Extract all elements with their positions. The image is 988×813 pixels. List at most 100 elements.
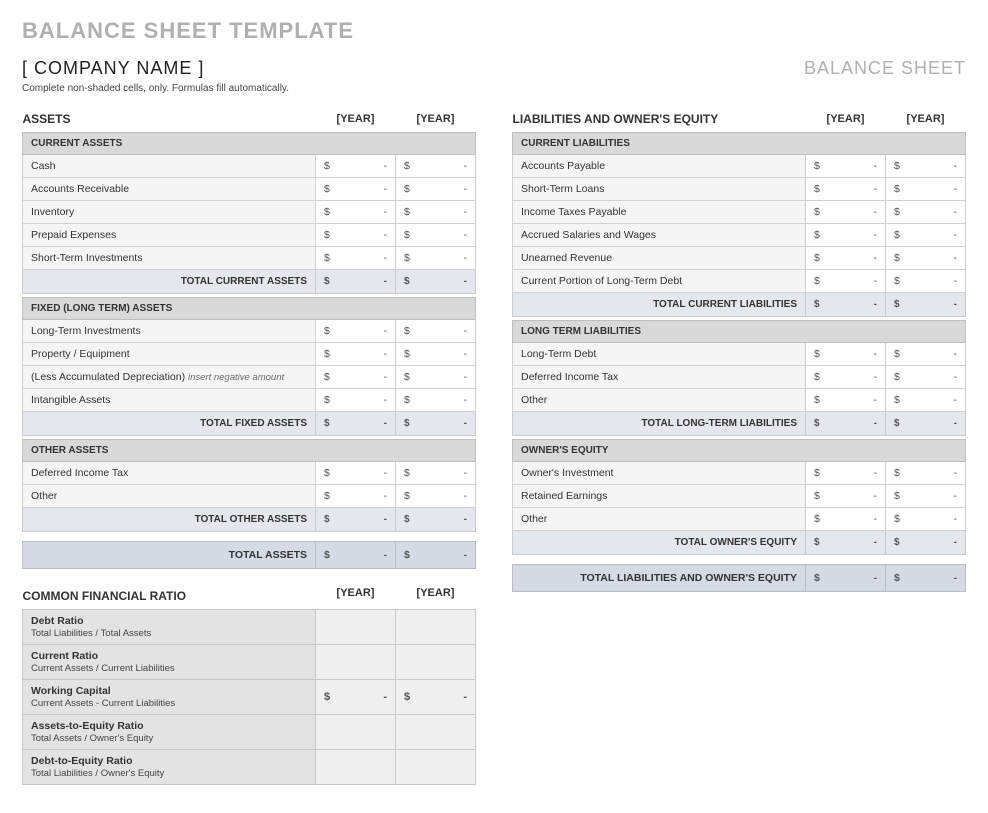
total-amount-cell: $-	[886, 412, 966, 436]
ratio-year-1: [YEAR]	[316, 579, 396, 610]
year-header-2: [YEAR]	[396, 108, 476, 133]
subtotal-row: TOTAL CURRENT LIABILITIES$-$-	[513, 293, 966, 317]
amount-cell[interactable]: $-	[316, 320, 396, 343]
amount-cell[interactable]: $-	[396, 155, 476, 178]
line-item: Retained Earnings$-$-	[513, 485, 966, 508]
line-item: Cash$-$-	[23, 155, 476, 178]
amount-cell[interactable]: $-	[316, 247, 396, 270]
ratio-row: Debt RatioTotal Liabilities / Total Asse…	[23, 610, 476, 645]
amount-cell[interactable]: $-	[806, 462, 886, 485]
amount-cell[interactable]: $-	[806, 389, 886, 412]
amount-cell[interactable]: $-	[316, 485, 396, 508]
line-item: Accrued Salaries and Wages$-$-	[513, 224, 966, 247]
line-item: Current Portion of Long-Term Debt$-$-	[513, 270, 966, 293]
line-item: Accounts Payable$-$-	[513, 155, 966, 178]
amount-cell[interactable]: $-	[806, 224, 886, 247]
amount-cell[interactable]: $-	[886, 270, 966, 293]
subsection-header: CURRENT LIABILITIES	[513, 133, 966, 155]
line-item: Unearned Revenue$-$-	[513, 247, 966, 270]
line-item-label: Short-Term Loans	[513, 178, 806, 201]
line-item: Prepaid Expenses$-$-	[23, 224, 476, 247]
amount-cell[interactable]: $-	[396, 224, 476, 247]
ratio-heading: COMMON FINANCIAL RATIO	[23, 579, 316, 610]
total-amount-cell: $-	[396, 412, 476, 436]
amount-cell[interactable]: $-	[316, 224, 396, 247]
subsection-header: FIXED (LONG TERM) ASSETS	[23, 298, 476, 320]
amount-cell[interactable]: $-	[316, 155, 396, 178]
ratio-value: $-	[316, 680, 396, 715]
amount-cell[interactable]: $-	[806, 270, 886, 293]
total-assets-row: TOTAL ASSETS $- $-	[23, 542, 476, 569]
amount-cell[interactable]: $-	[886, 224, 966, 247]
amount-cell[interactable]: $-	[886, 508, 966, 531]
line-item-label: Short-Term Investments	[23, 247, 316, 270]
amount-cell[interactable]: $-	[806, 343, 886, 366]
line-item: Long-Term Investments$-$-	[23, 320, 476, 343]
amount-cell[interactable]: $-	[396, 247, 476, 270]
amount-cell[interactable]: $-	[396, 320, 476, 343]
line-item: Other$-$-	[513, 389, 966, 412]
line-item-label: Owner's Investment	[513, 462, 806, 485]
total-amount-cell: $-	[886, 293, 966, 317]
subsection-header: OTHER ASSETS	[23, 440, 476, 462]
instructions-text: Complete non-shaded cells, only. Formula…	[22, 83, 966, 94]
ratio-value	[396, 645, 476, 680]
amount-cell[interactable]: $-	[316, 462, 396, 485]
line-item-label: Current Portion of Long-Term Debt	[513, 270, 806, 293]
ratio-row: Working CapitalCurrent Assets - Current …	[23, 680, 476, 715]
amount-cell[interactable]: $-	[806, 485, 886, 508]
amount-cell[interactable]: $-	[806, 247, 886, 270]
ratio-value	[396, 610, 476, 645]
ratio-value	[316, 610, 396, 645]
amount-cell[interactable]: $-	[396, 462, 476, 485]
amount-cell[interactable]: $-	[396, 485, 476, 508]
line-item-label: Unearned Revenue	[513, 247, 806, 270]
amount-cell[interactable]: $-	[316, 201, 396, 224]
line-item: (Less Accumulated Depreciation) insert n…	[23, 366, 476, 389]
amount-cell[interactable]: $-	[886, 247, 966, 270]
line-item-label: Cash	[23, 155, 316, 178]
amount-cell[interactable]: $-	[886, 366, 966, 389]
amount-cell[interactable]: $-	[886, 462, 966, 485]
amount-cell[interactable]: $-	[806, 508, 886, 531]
line-item-label: Deferred Income Tax	[513, 366, 806, 389]
amount-cell[interactable]: $-	[396, 201, 476, 224]
total-amount-cell: $-	[806, 531, 886, 555]
line-item-label: Accounts Receivable	[23, 178, 316, 201]
amount-cell[interactable]: $-	[396, 366, 476, 389]
ratio-value: $-	[396, 680, 476, 715]
subsection-header: OWNER'S EQUITY	[513, 440, 966, 462]
amount-cell[interactable]: $-	[316, 343, 396, 366]
line-item: Inventory$-$-	[23, 201, 476, 224]
amount-cell[interactable]: $-	[886, 485, 966, 508]
amount-cell[interactable]: $-	[886, 343, 966, 366]
amount-cell[interactable]: $-	[396, 178, 476, 201]
amount-cell[interactable]: $-	[806, 178, 886, 201]
ratio-label: Assets-to-Equity RatioTotal Assets / Own…	[23, 715, 316, 750]
ratio-label: Debt RatioTotal Liabilities / Total Asse…	[23, 610, 316, 645]
amount-cell[interactable]: $-	[316, 389, 396, 412]
amount-cell[interactable]: $-	[886, 178, 966, 201]
amount-cell[interactable]: $-	[806, 366, 886, 389]
amount-cell[interactable]: $-	[806, 201, 886, 224]
amount-cell[interactable]: $-	[396, 389, 476, 412]
ratio-row: Current RatioCurrent Assets / Current Li…	[23, 645, 476, 680]
line-item-label: Long-Term Investments	[23, 320, 316, 343]
amount-cell[interactable]: $-	[316, 366, 396, 389]
subtotal-row: TOTAL FIXED ASSETS$-$-	[23, 412, 476, 436]
line-item: Long-Term Debt$-$-	[513, 343, 966, 366]
amount-cell[interactable]: $-	[886, 389, 966, 412]
amount-cell[interactable]: $-	[316, 178, 396, 201]
liab-year-2: [YEAR]	[886, 108, 966, 133]
line-item: Short-Term Loans$-$-	[513, 178, 966, 201]
subtotal-row: TOTAL CURRENT ASSETS$-$-	[23, 270, 476, 294]
amount-cell[interactable]: $-	[396, 343, 476, 366]
line-item: Deferred Income Tax$-$-	[23, 462, 476, 485]
ratio-value	[396, 715, 476, 750]
amount-cell[interactable]: $-	[806, 155, 886, 178]
amount-cell[interactable]: $-	[886, 201, 966, 224]
ratio-value	[316, 715, 396, 750]
line-item: Accounts Receivable$-$-	[23, 178, 476, 201]
amount-cell[interactable]: $-	[886, 155, 966, 178]
total-amount-cell: $-	[316, 270, 396, 294]
